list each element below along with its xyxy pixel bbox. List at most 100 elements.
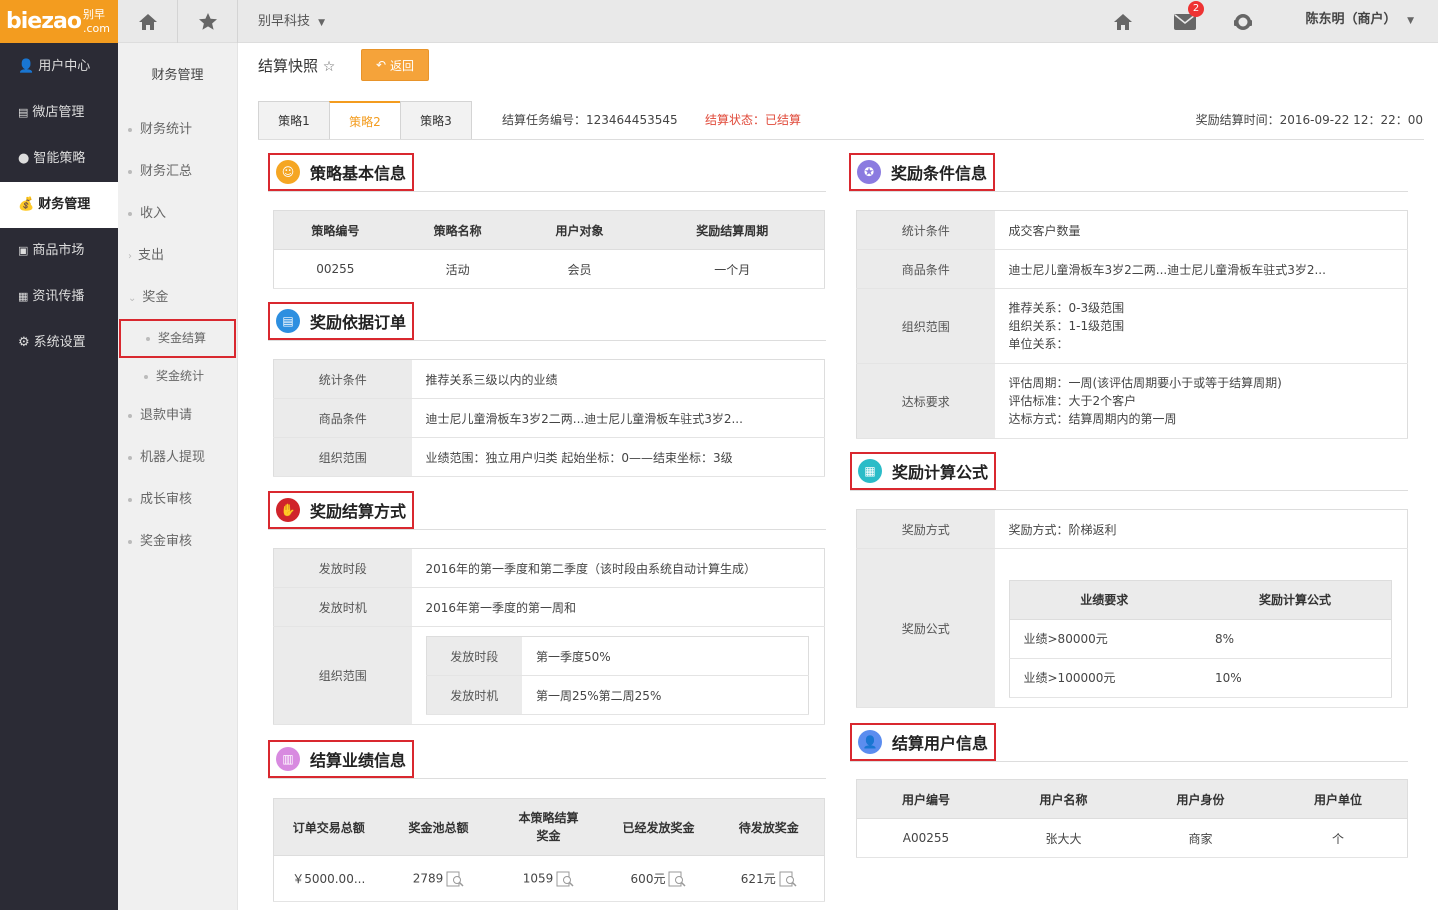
table-row: 发放时机 2016年第一季度的第一周和 <box>273 587 825 627</box>
back-label: 返回 <box>390 58 415 73</box>
back-button[interactable]: ↶ 返回 <box>361 49 429 81</box>
home-icon <box>138 13 157 30</box>
task-status: 结算状态：已结算 <box>705 113 802 127</box>
subnav-item-bonus-stats[interactable]: 奖金统计 <box>118 358 237 395</box>
subnav-label: 收入 <box>140 206 167 221</box>
row-label: 发放时段 <box>426 636 522 676</box>
subnav-item-income[interactable]: 收入 <box>118 193 237 235</box>
tab-strategy-1[interactable]: 策略1 <box>258 101 330 140</box>
detail-search-icon[interactable] <box>446 871 464 887</box>
sidebar-item-settings[interactable]: ⚙ 系统设置 <box>0 320 118 366</box>
user-menu[interactable]: 陈东明（商户） ▼ <box>1306 0 1414 43</box>
favorite-button[interactable] <box>178 0 238 43</box>
logo-domain: .com <box>82 22 110 35</box>
sidebar-item-user-center[interactable]: 👤 用户中心 <box>0 44 118 90</box>
subnav-item-finance-summary[interactable]: 财务汇总 <box>118 151 237 193</box>
home-button[interactable] <box>118 0 178 43</box>
row-label: 发放时段 <box>273 548 412 588</box>
value-line: 达标方式：结算周期内的第一周 <box>1008 412 1177 426</box>
subnav-item-finance-stats[interactable]: 财务统计 <box>118 109 237 151</box>
palette-icon: ● <box>18 151 30 166</box>
bullet-icon <box>128 211 132 216</box>
table-cell: 600元 <box>603 855 714 902</box>
table-row: 组织范围 发放时段 第一季度50% 发放时机 第一周25%第二周25% <box>273 626 825 725</box>
row-value: 2016年的第一季度和第二季度（该时段由系统自动计算生成） <box>411 548 825 588</box>
mail-button[interactable]: 2 <box>1168 0 1204 43</box>
caret-down-icon: ▼ <box>318 18 326 28</box>
section-header: ▦ 奖励计算公式 <box>850 452 996 490</box>
strategy-tabs: 策略1 策略2 策略3 <box>258 101 472 140</box>
subnav-item-refund[interactable]: 退款申请 <box>118 395 237 437</box>
bar-chart-icon: ▥ <box>276 747 300 771</box>
section-settle-method: ✋ 奖励结算方式 <box>268 491 826 530</box>
company-name: 别早科技 <box>258 14 311 29</box>
conditions-table: 统计条件 成交客户数量 商品条件 迪士尼儿童滑板车3岁2二两...迪士尼儿童滑板车驻… <box>856 210 1408 439</box>
table-row: ￥5000.00... 2789 1059 600元 621元 <box>273 855 825 902</box>
sidebar-item-label: 资讯传播 <box>32 289 85 304</box>
sidebar-item-finance[interactable]: 💰 财务管理 <box>0 182 118 228</box>
row-value: 第一周25%第二周25% <box>522 675 809 715</box>
sidebar-item-market[interactable]: ▣ 商品市场 <box>0 228 118 274</box>
caret-down-icon: ▼ <box>1407 16 1414 26</box>
table-cell: 621元 <box>713 855 825 902</box>
value-line: 评估周期：一周(该评估周期要小于或等于结算周期) <box>1008 376 1282 390</box>
company-switcher[interactable]: 别早科技 ▼ <box>258 0 325 43</box>
sidebar-item-label: 微店管理 <box>32 105 85 120</box>
sidebar-item-strategy[interactable]: ● 智能策略 <box>0 136 118 182</box>
section-conditions: ✪ 奖励条件信息 <box>849 153 1408 192</box>
subnav-item-expense[interactable]: › 支出 <box>118 235 237 277</box>
section-rule <box>850 490 1408 491</box>
subnav-label: 退款申请 <box>140 408 193 423</box>
column-header: 本策略结算奖金 <box>493 798 604 856</box>
section-title: 奖励依据订单 <box>310 313 407 332</box>
value-line: 推荐关系：0-3级范围 <box>1008 301 1125 315</box>
row-label: 统计条件 <box>856 210 995 250</box>
sidebar-item-news[interactable]: ▦ 资讯传播 <box>0 274 118 320</box>
row-label: 组织范围 <box>856 288 995 364</box>
table-cell: 商家 <box>1131 818 1270 858</box>
user-circle-icon: ☺ <box>276 160 300 184</box>
bullet-icon <box>128 413 132 418</box>
bullet-icon <box>128 497 132 502</box>
detail-search-icon[interactable] <box>556 871 574 887</box>
support-button[interactable] <box>1228 0 1258 43</box>
subnav-item-bonus[interactable]: ⌄ 奖金 <box>118 277 237 319</box>
subnav-item-bonus-review[interactable]: 奖金审核 <box>118 521 237 563</box>
table-row: 奖励方式 奖励方式：阶梯返利 <box>856 509 1408 549</box>
section-title: 奖励条件信息 <box>891 164 988 183</box>
star-outline-icon[interactable]: ☆ <box>323 59 336 75</box>
sidebar-item-shop[interactable]: ▤ 微店管理 <box>0 90 118 136</box>
row-value: 业绩要求 奖励计算公式 业绩>80000元 8% 业绩>100000元 10% <box>994 548 1408 708</box>
subnav-item-robot-withdraw[interactable]: 机器人提现 <box>118 437 237 479</box>
column-header: 策略名称 <box>396 210 519 250</box>
table-row: 组织范围 业绩范围：独立用户归类 起始坐标：0——结束坐标：3级 <box>273 437 825 477</box>
row-label: 发放时机 <box>273 587 412 627</box>
logo[interactable]: biezao 别早 .com <box>0 0 118 43</box>
column-header: 用户对象 <box>518 210 641 250</box>
table-cell: 10% <box>1199 658 1392 698</box>
home-right-button[interactable] <box>1108 0 1138 43</box>
table-row: 发放时段 2016年的第一季度和第二季度（该时段由系统自动计算生成） <box>273 548 825 588</box>
subnav-label: 奖金结算 <box>158 331 207 345</box>
row-value: 迪士尼儿童滑板车3岁2二两...迪士尼儿童滑板车驻式3岁2... <box>411 398 825 438</box>
clipboard-icon: ▤ <box>276 309 300 333</box>
tab-strategy-2[interactable]: 策略2 <box>329 101 401 140</box>
grid-icon: ▦ <box>18 290 29 303</box>
sidebar-item-label: 智能策略 <box>33 151 86 166</box>
bullet-icon <box>128 127 132 132</box>
tab-strategy-3[interactable]: 策略3 <box>400 101 472 140</box>
detail-search-icon[interactable] <box>779 871 797 887</box>
subnav-item-growth-review[interactable]: 成长审核 <box>118 479 237 521</box>
table-row: 00255 活动 会员 一个月 <box>273 249 825 289</box>
column-header: 用户身份 <box>1131 779 1270 819</box>
section-rule <box>268 778 826 779</box>
subnav-item-bonus-settlement[interactable]: 奖金结算 <box>119 319 236 358</box>
row-label: 组织范围 <box>273 437 412 477</box>
row-value: 第一季度50% <box>522 636 809 676</box>
tier-table: 业绩要求 奖励计算公式 业绩>80000元 8% 业绩>100000元 10% <box>1008 579 1392 698</box>
money-bag-icon: 💰 <box>18 197 35 212</box>
table-row: 统计条件 推荐关系三级以内的业绩 <box>273 359 825 399</box>
detail-search-icon[interactable] <box>668 871 686 887</box>
mail-badge: 2 <box>1188 1 1204 17</box>
row-label: 发放时机 <box>426 675 522 715</box>
